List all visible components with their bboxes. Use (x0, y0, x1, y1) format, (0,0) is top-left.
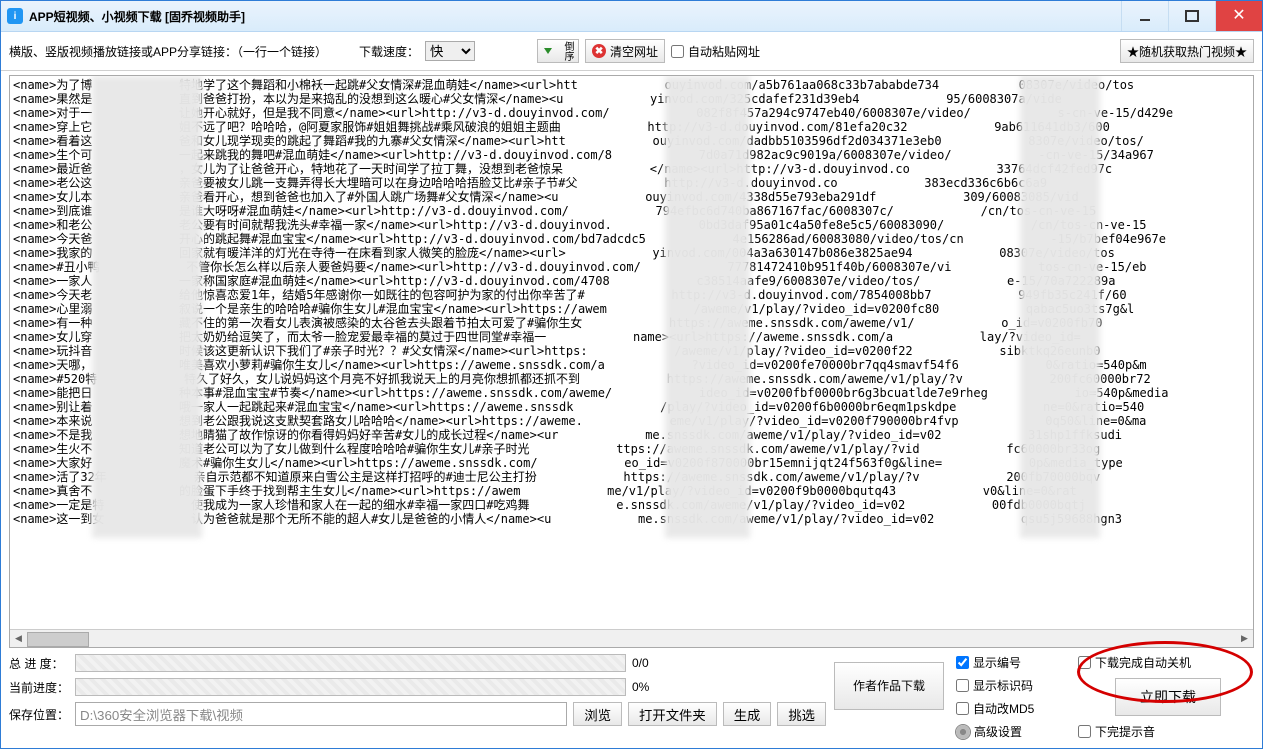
auto-md5-label: 自动改MD5 (973, 700, 1034, 717)
current-progress-value: 0% (632, 680, 670, 694)
done-sound-input[interactable] (1078, 725, 1091, 738)
scroll-left-arrow[interactable]: ◀ (10, 630, 27, 647)
app-icon: i (7, 8, 23, 24)
url-list[interactable]: <name>为了博 特地学了这个舞蹈和小棉袄一起跳#父女情深#混血萌娃</nam… (10, 76, 1253, 629)
shutdown-after-input[interactable] (1078, 656, 1091, 669)
show-index-label: 显示编号 (973, 654, 1021, 671)
show-token-checkbox[interactable]: 显示标识码 (956, 677, 1066, 694)
gear-icon (956, 725, 970, 739)
total-progress-label: 总 进 度： (9, 655, 69, 672)
autopaste-checkbox[interactable]: 自动粘贴网址 (671, 43, 760, 60)
total-progress-bar (75, 654, 626, 672)
redaction-overlay (1020, 76, 1100, 538)
redaction-overlay (665, 76, 750, 538)
random-hot-label: ★随机获取热门视频★ (1127, 43, 1247, 60)
toolbar: 横版、竖版视频播放链接或APP分享链接：（一行一个链接） 下载速度： 快 倒序 … (1, 32, 1262, 71)
redaction-overlay (92, 76, 202, 538)
shutdown-after-checkbox[interactable]: 下载完成自动关机 (1078, 654, 1258, 671)
autopaste-input[interactable] (671, 45, 684, 58)
titlebar: i APP短视频、小视频下载 [固乔视频助手] ✕ (1, 1, 1262, 32)
auto-md5-input[interactable] (956, 702, 969, 715)
show-token-label: 显示标识码 (973, 677, 1033, 694)
clear-icon: ✖ (592, 44, 606, 58)
link-hint-label: 横版、竖版视频播放链接或APP分享链接：（一行一个链接） (9, 43, 327, 60)
random-hot-button[interactable]: ★随机获取热门视频★ (1120, 39, 1254, 63)
total-progress-value: 0/0 (632, 656, 670, 670)
speed-label: 下载速度： (359, 43, 419, 60)
close-button[interactable]: ✕ (1215, 1, 1262, 31)
current-progress-label: 当前进度： (9, 679, 69, 696)
scroll-thumb[interactable] (27, 632, 89, 647)
save-path-label: 保存位置： (9, 706, 69, 723)
speed-select[interactable]: 快 (425, 41, 475, 61)
minimize-button[interactable] (1121, 1, 1168, 31)
maximize-button[interactable] (1168, 1, 1215, 31)
shutdown-after-label: 下载完成自动关机 (1095, 654, 1191, 671)
show-index-checkbox[interactable]: 显示编号 (956, 654, 1066, 671)
url-list-box: <name>为了博 特地学了这个舞蹈和小棉袄一起跳#父女情深#混血萌娃</nam… (9, 75, 1254, 648)
advanced-settings-link[interactable]: 高级设置 (956, 723, 1066, 740)
sort-label: 倒序 (562, 41, 572, 61)
filter-button[interactable]: 挑选 (777, 702, 826, 726)
browse-button[interactable]: 浏览 (573, 702, 622, 726)
horizontal-scrollbar[interactable]: ◀ ▶ (10, 629, 1253, 647)
download-now-button[interactable]: 立即下载 (1115, 678, 1221, 716)
show-index-input[interactable] (956, 656, 969, 669)
author-works-button[interactable]: 作者作品下载 (834, 662, 944, 710)
done-sound-label: 下完提示音 (1095, 723, 1155, 740)
autopaste-label: 自动粘贴网址 (688, 43, 760, 60)
clear-label: 清空网址 (610, 43, 658, 60)
advanced-label: 高级设置 (974, 723, 1022, 740)
save-path-input[interactable] (75, 702, 567, 726)
done-sound-checkbox[interactable]: 下完提示音 (1078, 723, 1258, 740)
scroll-right-arrow[interactable]: ▶ (1236, 630, 1253, 647)
window-title: APP短视频、小视频下载 [固乔视频助手] (29, 8, 1121, 25)
sort-button[interactable]: 倒序 (537, 39, 579, 63)
generate-button[interactable]: 生成 (723, 702, 772, 726)
open-folder-button[interactable]: 打开文件夹 (628, 702, 717, 726)
auto-md5-checkbox[interactable]: 自动改MD5 (956, 700, 1066, 717)
show-token-input[interactable] (956, 679, 969, 692)
clear-urls-button[interactable]: ✖ 清空网址 (585, 39, 665, 63)
current-progress-bar (75, 678, 626, 696)
sort-desc-icon (544, 44, 558, 58)
